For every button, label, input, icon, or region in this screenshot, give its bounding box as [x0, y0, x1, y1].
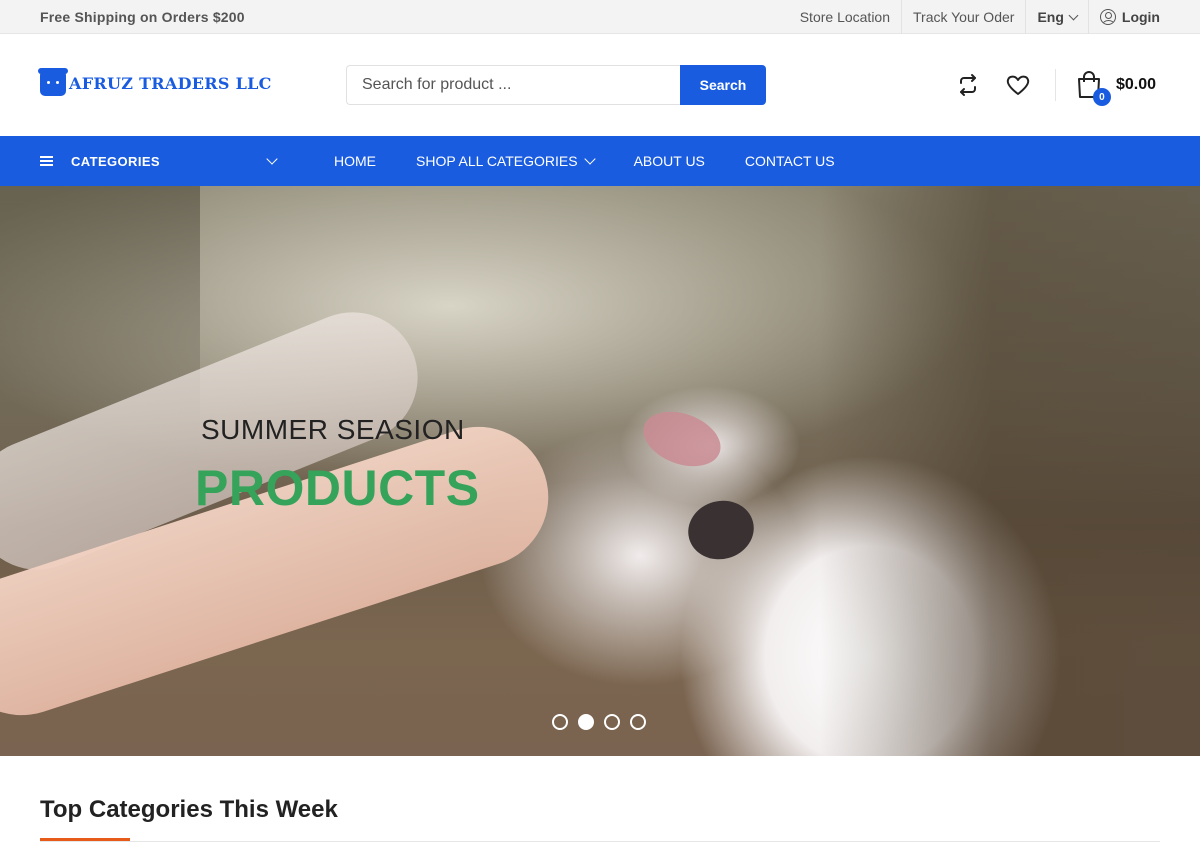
top-bar: Free Shipping on Orders $200 Store Locat…: [0, 0, 1200, 34]
user-icon: [1099, 9, 1116, 25]
brand-logo[interactable]: AFRUZ TRADERS LLC: [38, 68, 272, 96]
brand-name: AFRUZ TRADERS LLC: [69, 73, 272, 93]
nav-item-about-us[interactable]: ABOUT US: [634, 153, 705, 169]
chevron-down-icon: [583, 152, 596, 165]
track-order-link[interactable]: Track Your Oder: [902, 0, 1027, 34]
shopping-bag-icon: 0: [1076, 71, 1111, 106]
hero-image-dog-mouth: [635, 401, 729, 477]
store-icon: [38, 68, 68, 96]
slider-dot-active[interactable]: [578, 714, 594, 730]
hero-slider: SUMMER SEASION PRODUCTS: [0, 186, 1200, 756]
hero-title: PRODUCTS: [195, 460, 480, 516]
categories-label: CATEGORIES: [71, 153, 160, 169]
compare-icon[interactable]: [955, 72, 981, 98]
hero-image-shade: [820, 186, 1200, 756]
site-header: AFRUZ TRADERS LLC Search for product ...…: [0, 35, 1200, 136]
hero-image-dog-nose: [681, 493, 761, 567]
nav-item-label: CONTACT US: [744, 153, 835, 169]
slider-dot[interactable]: [552, 714, 568, 730]
language-label: Eng: [1037, 9, 1064, 25]
menu-icon: [40, 156, 53, 166]
store-location-link[interactable]: Store Location: [789, 0, 903, 34]
top-links: Store Location Track Your Oder Eng Login: [789, 0, 1160, 34]
wishlist-heart-icon[interactable]: [1005, 72, 1031, 98]
language-selector[interactable]: Eng: [1026, 0, 1089, 34]
chevron-down-icon: [266, 153, 278, 165]
slider-pagination: [552, 714, 656, 730]
shipping-notice: Free Shipping on Orders $200: [40, 9, 245, 25]
cart-button[interactable]: 0 $0.00: [1076, 71, 1156, 106]
login-label: Login: [1121, 9, 1160, 25]
section-title-underline: [40, 838, 130, 841]
nav-item-label: ABOUT US: [633, 153, 705, 169]
slider-dot[interactable]: [604, 714, 620, 730]
chevron-down-icon: [1068, 10, 1079, 20]
cart-count-badge: 0: [1092, 88, 1111, 106]
slider-dot[interactable]: [630, 714, 646, 730]
main-navigation: CATEGORIES HOME SHOP ALL CATEGORIES ABOU…: [0, 136, 1200, 186]
nav-item-shop-all-categories[interactable]: SHOP ALL CATEGORIES: [416, 152, 596, 169]
section-title: Top Categories This Week: [40, 796, 338, 823]
header-divider: [1054, 69, 1056, 101]
search-button[interactable]: Search: [680, 65, 766, 105]
nav-item-contact-us[interactable]: CONTACT US: [745, 153, 835, 169]
nav-item-home[interactable]: HOME: [334, 153, 376, 169]
nav-menu: HOME SHOP ALL CATEGORIES ABOUT US CONTAC…: [334, 136, 875, 186]
hero-subtitle: SUMMER SEASION: [201, 414, 465, 445]
categories-dropdown[interactable]: CATEGORIES: [40, 136, 280, 186]
login-link[interactable]: Login: [1089, 0, 1160, 34]
header-actions: 0 $0.00: [931, 65, 1156, 106]
search-input[interactable]: [346, 65, 680, 105]
section-divider: [40, 841, 1160, 842]
nav-item-label: HOME: [334, 153, 376, 169]
nav-item-label: SHOP ALL CATEGORIES: [416, 153, 578, 169]
cart-total: $0.00: [1115, 76, 1156, 93]
search-bar: Search: [346, 65, 766, 105]
